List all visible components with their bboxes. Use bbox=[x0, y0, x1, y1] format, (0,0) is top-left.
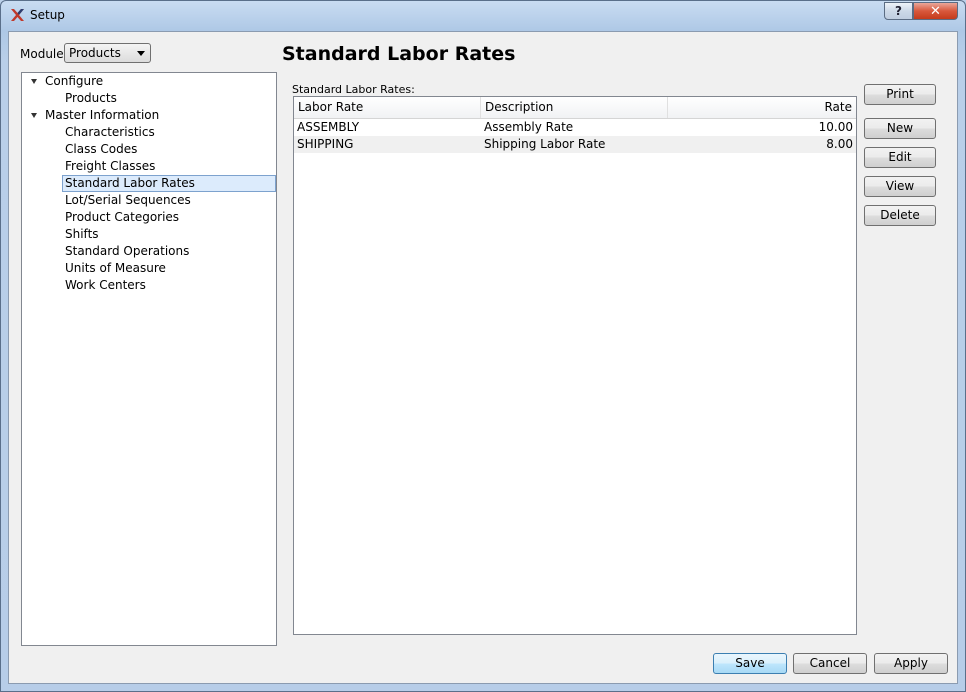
tree-item-characteristics[interactable]: Characteristics bbox=[65, 124, 155, 141]
help-icon: ? bbox=[895, 4, 902, 18]
tree-item-standard-operations[interactable]: Standard Operations bbox=[65, 243, 189, 260]
tree-item-work-centers[interactable]: Work Centers bbox=[65, 277, 146, 294]
help-button[interactable]: ? bbox=[884, 2, 913, 20]
expand-arrow-icon[interactable] bbox=[31, 113, 37, 118]
save-button[interactable]: Save bbox=[713, 653, 787, 674]
tree-item-label: Product Categories bbox=[65, 210, 180, 224]
print-button[interactable]: Print bbox=[864, 84, 936, 105]
apply-button[interactable]: Apply bbox=[874, 653, 948, 674]
column-header-labor-rate[interactable]: Labor Rate bbox=[298, 100, 363, 114]
column-header-rate[interactable]: Rate bbox=[824, 100, 852, 114]
edit-button[interactable]: Edit bbox=[864, 147, 936, 168]
cell-labor-rate: ASSEMBLY bbox=[297, 120, 360, 134]
cell-rate: 8.00 bbox=[826, 137, 853, 151]
tree-item-label: Work Centers bbox=[65, 278, 146, 292]
window-title: Setup bbox=[30, 8, 65, 22]
table-row[interactable]: SHIPPING Shipping Labor Rate 8.00 bbox=[294, 136, 856, 153]
tree-item-lot-serial-sequences[interactable]: Lot/Serial Sequences bbox=[65, 192, 191, 209]
column-divider[interactable] bbox=[480, 97, 481, 118]
tree-item-label: Standard Operations bbox=[65, 244, 190, 258]
tree-item-products[interactable]: Products bbox=[65, 90, 117, 107]
module-selected-value: Products bbox=[69, 46, 121, 60]
xtuple-x-icon bbox=[9, 7, 25, 23]
tree-item-label: Characteristics bbox=[65, 125, 155, 139]
tree-item-label: Configure bbox=[45, 74, 104, 88]
column-header-description[interactable]: Description bbox=[485, 100, 553, 114]
tree-item-label: Shifts bbox=[65, 227, 99, 241]
dropdown-arrow-icon bbox=[137, 51, 145, 56]
tree-item-master-information[interactable]: Master Information bbox=[45, 107, 159, 124]
tree-item-label: Standard Labor Rates bbox=[65, 176, 195, 190]
tree-item-label: Class Codes bbox=[65, 142, 138, 156]
tree-item-shifts[interactable]: Shifts bbox=[65, 226, 99, 243]
tree-item-label: Master Information bbox=[45, 108, 160, 122]
delete-button[interactable]: Delete bbox=[864, 205, 936, 226]
tree-item-label: Lot/Serial Sequences bbox=[65, 193, 191, 207]
tree-item-class-codes[interactable]: Class Codes bbox=[65, 141, 137, 158]
column-divider[interactable] bbox=[667, 97, 668, 118]
tree-item-configure[interactable]: Configure bbox=[45, 73, 103, 90]
tree-item-units-of-measure[interactable]: Units of Measure bbox=[65, 260, 166, 277]
table-header: Labor Rate Description Rate bbox=[294, 97, 856, 119]
module-label: Module: bbox=[20, 47, 68, 61]
labor-rates-table[interactable]: Labor Rate Description Rate ASSEMBLY Ass… bbox=[293, 96, 857, 635]
title-bar[interactable]: Setup ? ✕ bbox=[1, 1, 965, 31]
cell-rate: 10.00 bbox=[818, 120, 853, 134]
setup-tree[interactable]: Configure Products Master Information Ch… bbox=[21, 72, 277, 646]
new-button[interactable]: New bbox=[864, 118, 936, 139]
tree-item-label: Freight Classes bbox=[65, 159, 156, 173]
cell-description: Shipping Labor Rate bbox=[484, 137, 606, 151]
tree-item-standard-labor-rates[interactable]: Standard Labor Rates bbox=[62, 175, 276, 192]
client-area: Module: Products Configure Products Mast… bbox=[8, 31, 958, 684]
close-button[interactable]: ✕ bbox=[913, 2, 958, 20]
close-icon: ✕ bbox=[930, 3, 941, 19]
setup-window: Setup ? ✕ Module: Products Configure Pro… bbox=[0, 0, 966, 692]
table-row[interactable]: ASSEMBLY Assembly Rate 10.00 bbox=[294, 119, 856, 136]
tree-item-label: Products bbox=[65, 91, 117, 105]
module-select[interactable]: Products bbox=[64, 43, 151, 63]
tree-item-freight-classes[interactable]: Freight Classes bbox=[65, 158, 155, 175]
tree-item-label: Units of Measure bbox=[65, 261, 166, 275]
grid-label: Standard Labor Rates: bbox=[292, 83, 415, 96]
tree-item-product-categories[interactable]: Product Categories bbox=[65, 209, 179, 226]
expand-arrow-icon[interactable] bbox=[31, 79, 37, 84]
view-button[interactable]: View bbox=[864, 176, 936, 197]
cell-description: Assembly Rate bbox=[484, 120, 574, 134]
cell-labor-rate: SHIPPING bbox=[297, 137, 354, 151]
cancel-button[interactable]: Cancel bbox=[793, 653, 867, 674]
page-title: Standard Labor Rates bbox=[282, 43, 516, 65]
